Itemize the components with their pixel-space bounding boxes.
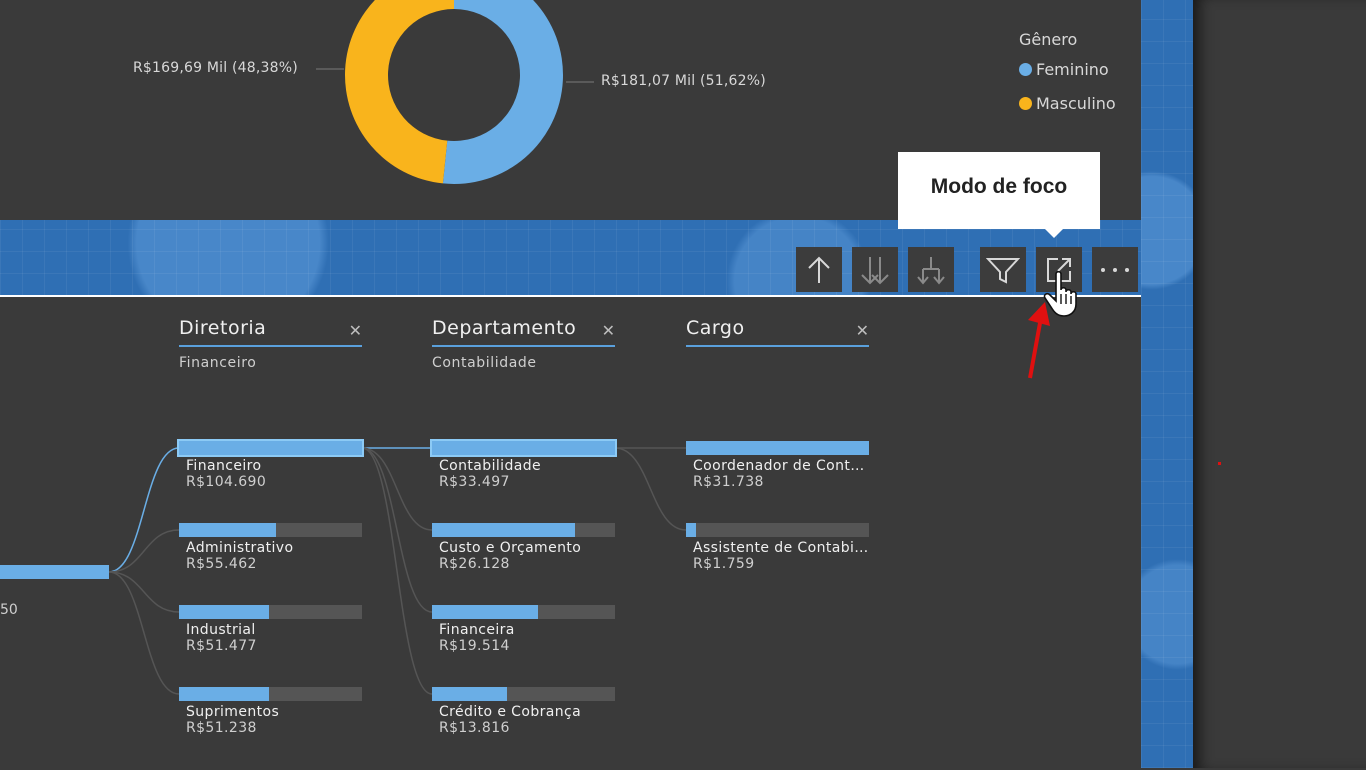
level-title-cargo: Cargo xyxy=(686,317,869,347)
donut-left-label: R$169,69 Mil (48,38%) xyxy=(133,60,298,76)
level-selected-departamento: Contabilidade xyxy=(432,355,537,371)
background-pattern-band xyxy=(0,220,1141,296)
node-label: Coordenador de Contabilidade xyxy=(693,458,869,474)
node-value: R$51.477 xyxy=(186,638,257,654)
node-bar-track[interactable] xyxy=(686,523,869,537)
tree-node[interactable]: Administrativo R$55.462 xyxy=(179,523,362,572)
root-bar[interactable] xyxy=(0,565,109,579)
level-header-departamento: Departamento ✕ Contabilidade xyxy=(432,317,615,371)
level-selected-diretoria: Financeiro xyxy=(179,355,257,371)
node-bar-track[interactable] xyxy=(430,439,617,457)
close-icon[interactable]: ✕ xyxy=(602,321,615,340)
node-value: R$51.238 xyxy=(186,720,257,736)
node-value: R$55.462 xyxy=(186,556,257,572)
red-arrow-annotation xyxy=(1028,302,1050,379)
node-bar-track[interactable] xyxy=(177,439,364,457)
legend-dot-feminino xyxy=(1019,63,1032,76)
node-bar-fill xyxy=(179,523,276,537)
level-header-diretoria: Diretoria ✕ Financeiro xyxy=(179,317,362,371)
node-bar-track[interactable] xyxy=(686,441,869,455)
legend-dot-masculino xyxy=(1019,97,1032,110)
drill-down-icon xyxy=(861,256,889,284)
node-bar-fill xyxy=(432,605,539,619)
expand-hierarchy-icon xyxy=(917,256,945,285)
node-value: R$31.738 xyxy=(693,474,764,490)
drill-up-icon xyxy=(808,256,830,283)
level-header-cargo: Cargo ✕ xyxy=(686,317,869,355)
root-value: 50 xyxy=(0,602,18,618)
tree-node[interactable]: Coordenador de ContabilidadeR$31.738 xyxy=(686,441,869,490)
tree-node[interactable]: Crédito e Cobrança R$13.816 xyxy=(432,687,615,736)
close-icon[interactable]: ✕ xyxy=(349,321,362,340)
expand-hierarchy-button[interactable] xyxy=(908,247,954,292)
node-bar-fill xyxy=(686,523,697,537)
donut-slice-masculino[interactable] xyxy=(345,0,454,184)
legend-title: Gênero xyxy=(1019,30,1078,49)
level-title-departamento: Departamento xyxy=(432,317,615,347)
tree-node[interactable]: Financeiro R$104.690 xyxy=(177,439,364,490)
node-bar-track[interactable] xyxy=(179,523,362,537)
filter-button[interactable] xyxy=(980,247,1026,292)
node-label: Crédito e Cobrança xyxy=(439,704,582,720)
donut-right-label: R$181,07 Mil (51,62%) xyxy=(601,73,766,89)
node-label: Industrial xyxy=(186,622,256,638)
node-label: Financeiro xyxy=(186,458,262,474)
node-label: Administrativo xyxy=(186,540,294,556)
drill-up-button[interactable] xyxy=(796,247,842,292)
node-label: Assistente de Contabilidade xyxy=(693,540,869,556)
node-bar-fill xyxy=(432,687,508,701)
node-label: Suprimentos xyxy=(186,704,280,720)
legend-item-masculino[interactable]: Masculino xyxy=(1019,94,1116,113)
tree-node[interactable]: Industrial R$51.477 xyxy=(179,605,362,654)
node-value: R$104.690 xyxy=(186,474,267,490)
node-value: R$13.816 xyxy=(439,720,510,736)
red-dot-marker xyxy=(1218,462,1221,465)
node-bar-fill xyxy=(432,441,615,455)
tree-node[interactable]: Suprimentos R$51.238 xyxy=(179,687,362,736)
node-bar-track[interactable] xyxy=(432,605,615,619)
level-title-diretoria: Diretoria xyxy=(179,317,362,347)
focus-mode-tooltip: Modo de foco xyxy=(898,152,1100,229)
node-value: R$19.514 xyxy=(439,638,510,654)
legend-item-feminino[interactable]: Feminino xyxy=(1019,60,1109,79)
close-icon[interactable]: ✕ xyxy=(856,321,869,340)
tree-node[interactable]: Contabilidade R$33.497 xyxy=(430,439,617,490)
tree-node[interactable]: Assistente de ContabilidadeR$1.759 xyxy=(686,523,869,572)
more-options-icon xyxy=(1101,267,1129,272)
donut-slice-feminino[interactable] xyxy=(442,0,563,184)
tree-node[interactable]: Custo e Orçamento R$26.128 xyxy=(432,523,615,572)
filter-icon xyxy=(986,257,1020,284)
node-bar-fill xyxy=(179,441,362,455)
node-bar-track[interactable] xyxy=(179,687,362,701)
more-options-button[interactable] xyxy=(1092,247,1138,292)
node-bar-fill xyxy=(686,441,869,455)
node-bar-track[interactable] xyxy=(432,523,615,537)
node-bar-track[interactable] xyxy=(432,687,615,701)
node-value: R$33.497 xyxy=(439,474,510,490)
legend-label-masculino: Masculino xyxy=(1036,94,1116,113)
node-bar-track[interactable] xyxy=(179,605,362,619)
node-label: Financeira xyxy=(439,622,515,638)
node-bar-fill xyxy=(179,687,269,701)
node-label: Contabilidade xyxy=(439,458,542,474)
legend-label-feminino: Feminino xyxy=(1036,60,1109,79)
node-bar-fill xyxy=(179,605,269,619)
node-value: R$26.128 xyxy=(439,556,510,572)
tree-node[interactable]: Financeira R$19.514 xyxy=(432,605,615,654)
background-pattern-strip xyxy=(1141,0,1193,768)
node-label: Custo e Orçamento xyxy=(439,540,582,556)
node-bar-fill xyxy=(432,523,575,537)
tooltip-tail xyxy=(1044,228,1064,238)
right-side-area xyxy=(1193,0,1366,768)
drill-down-button[interactable] xyxy=(852,247,898,292)
node-value: R$1.759 xyxy=(693,556,755,572)
